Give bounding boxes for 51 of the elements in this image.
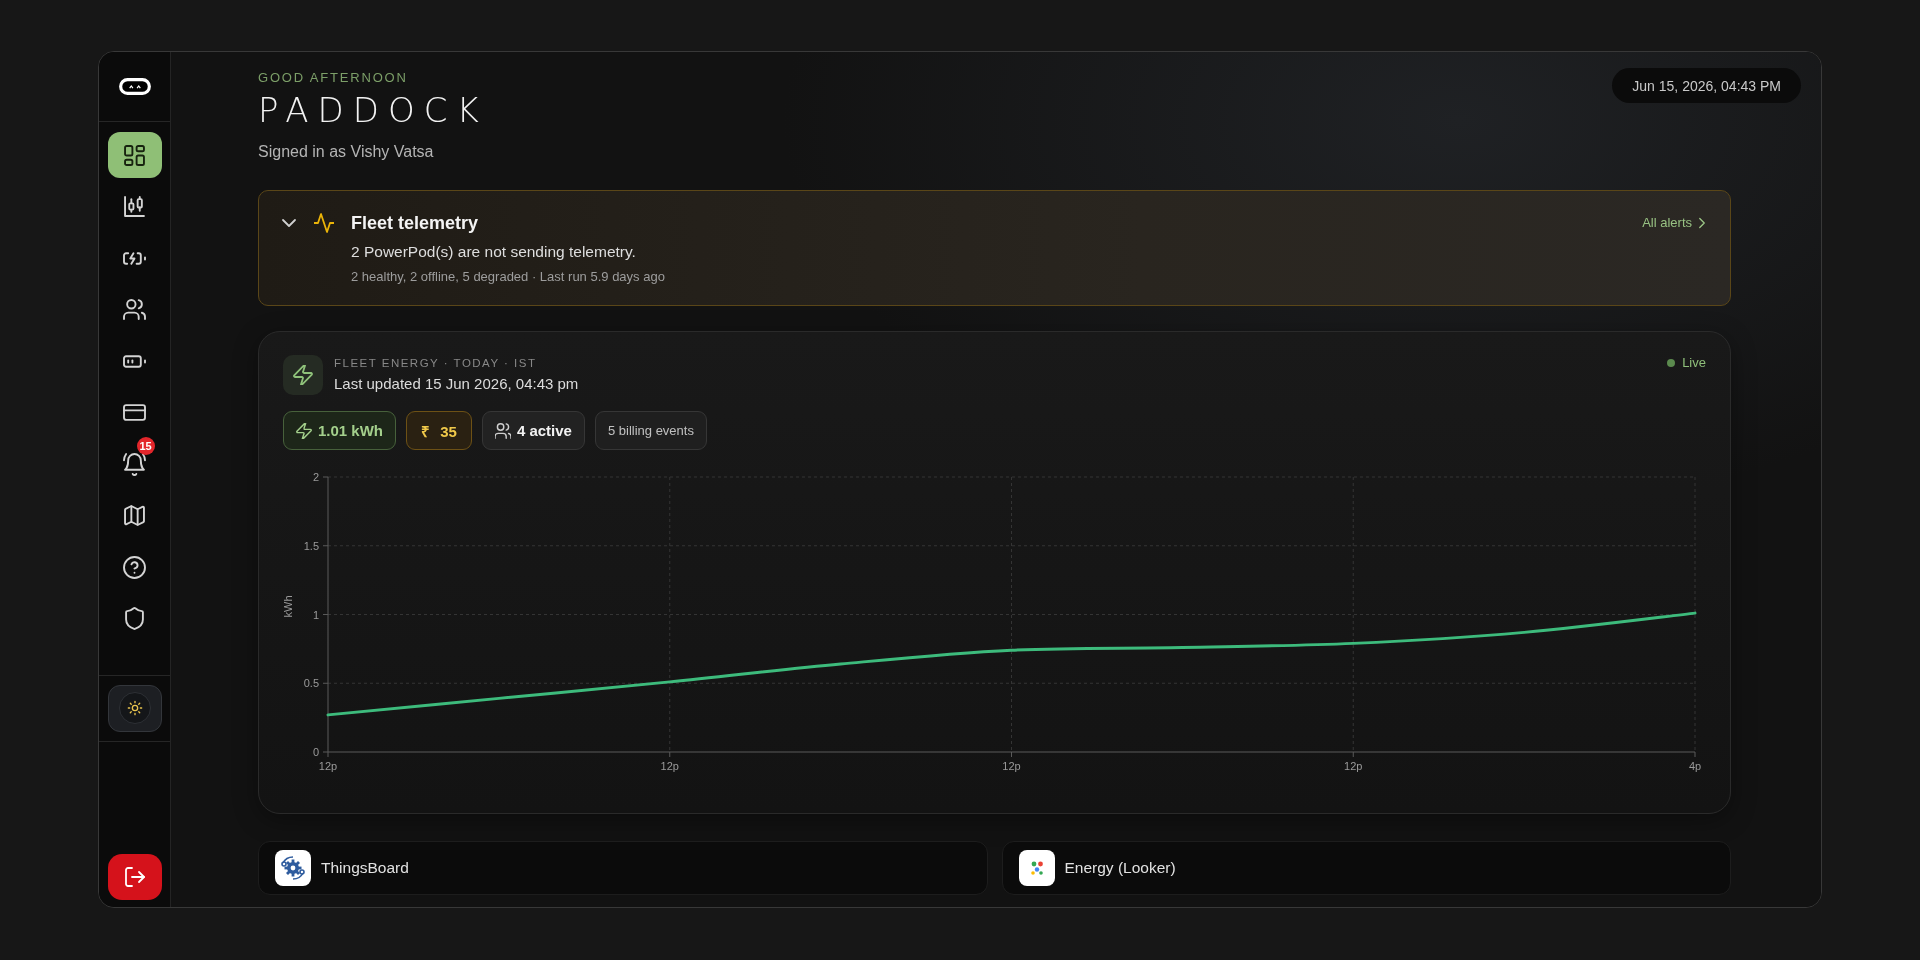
alert-details: 2 healthy, 2 offline, 5 degraded · Last run 5.9 days ago (351, 268, 666, 286)
lightning-icon (296, 422, 312, 439)
signed-in-text: Signed in as Vishy Vatsa (258, 142, 435, 162)
greeting: GOOD AFTERNOON (258, 70, 409, 86)
last-updated-text: Last updated 15 Jun 2026, 04:43 pm (334, 374, 580, 394)
logout-button[interactable] (107, 854, 162, 900)
datetime-display: Jun 15, 2026, 04:43 PM (1612, 68, 1801, 103)
chevron-right-icon (1696, 217, 1708, 229)
integration-tile[interactable]: ThingsBoard (258, 841, 988, 895)
all-alerts-link[interactable]: All alerts (1642, 215, 1708, 231)
help-icon (124, 556, 145, 578)
map-icon (124, 505, 145, 526)
y-tick-label: 1.5 (303, 539, 319, 552)
users-icon (124, 299, 145, 320)
shield-icon (124, 608, 145, 629)
chip-value: 1.01 kWh (318, 422, 384, 439)
y-tick-label: 0.5 (303, 677, 319, 690)
sun-icon (118, 692, 151, 724)
lightning-icon (283, 355, 323, 395)
y-tick-label: 2 (312, 471, 319, 483)
status-text: Live (1682, 355, 1706, 371)
logout-icon (124, 867, 145, 887)
notification-count: 15 (136, 437, 155, 455)
dashboard-icon (124, 144, 145, 166)
y-tick-label: 1 (312, 608, 319, 621)
page-title: PADDOCK (258, 90, 488, 130)
y-axis-title: kWh (282, 595, 294, 618)
candlestick-chart-icon (124, 196, 145, 217)
logo-icon (118, 78, 151, 95)
card-label: FLEET ENERGY · TODAY · IST (334, 356, 538, 371)
pulse-icon (314, 213, 334, 233)
credit-card-icon (124, 402, 145, 423)
theme-toggle[interactable] (107, 684, 162, 732)
status-dot-icon (1667, 359, 1676, 367)
alert-message: 2 PowerPod(s) are not sending telemetry. (351, 242, 637, 262)
x-tick-label: 12p (1002, 760, 1021, 772)
alert-title: Fleet telemetry (351, 212, 480, 235)
x-tick-label: 12p (1344, 760, 1363, 772)
dots-icon (1018, 850, 1055, 886)
stat-chip: 5 billing events (594, 411, 707, 450)
integration-tile[interactable]: Energy (Looker) (1001, 841, 1731, 895)
x-tick-label: 12p (318, 760, 338, 772)
cost-chip: ₹ 35 (406, 411, 472, 450)
users-icon (494, 422, 511, 439)
bell-icon (124, 453, 145, 475)
chip-value: 4 active (516, 422, 572, 439)
y-tick-label: 0 (312, 746, 319, 758)
gear-icon (275, 850, 311, 886)
nav-button[interactable] (107, 132, 162, 178)
x-tick-label: 4p (1688, 760, 1702, 772)
x-tick-label: 12p (660, 760, 679, 772)
